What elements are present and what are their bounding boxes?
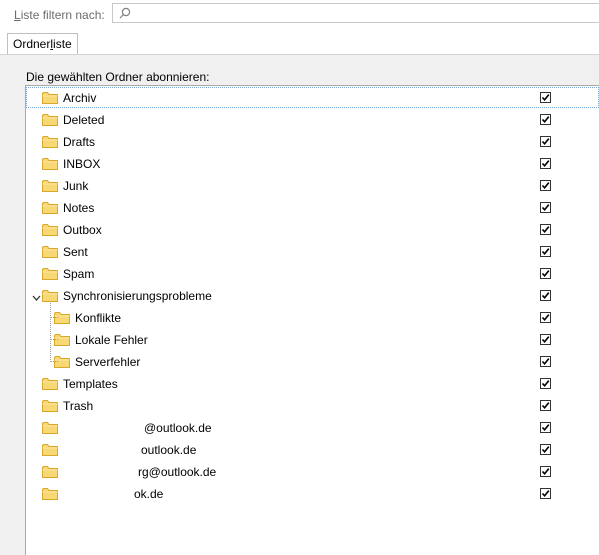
subscribe-checkbox[interactable] xyxy=(540,466,551,477)
folder-row[interactable]: Drafts xyxy=(26,131,599,153)
folder-icon xyxy=(42,245,58,261)
folder-icon xyxy=(42,421,58,437)
tree-guide-branch xyxy=(50,317,58,318)
folder-row[interactable]: Deleted xyxy=(26,109,599,131)
folder-icon xyxy=(54,333,70,349)
folder-row[interactable]: Synchronisierungsprobleme xyxy=(26,285,599,307)
folder-icon xyxy=(42,399,58,415)
subscribe-checkbox[interactable] xyxy=(540,356,551,367)
search-icon xyxy=(119,7,131,19)
folder-row[interactable]: Lokale Fehler xyxy=(26,329,599,351)
folder-label: Templates xyxy=(63,377,118,391)
subscribe-checkbox[interactable] xyxy=(540,136,551,147)
folder-label: Sent xyxy=(63,245,88,259)
subscribe-checkbox[interactable] xyxy=(540,180,551,191)
folder-icon xyxy=(42,267,58,283)
folder-icon xyxy=(42,377,58,393)
folder-label: Deleted xyxy=(63,113,105,127)
subscribe-checkbox[interactable] xyxy=(540,246,551,257)
tab-ordnerliste[interactable]: Ordnerliste xyxy=(7,33,78,55)
folder-row[interactable]: @outlook.de xyxy=(26,417,599,439)
folder-icon xyxy=(42,487,58,503)
folder-row[interactable]: Archiv xyxy=(26,87,599,109)
folder-row[interactable]: Serverfehler xyxy=(26,351,599,373)
folder-label: Trash xyxy=(63,399,94,413)
folder-label: outlook.de xyxy=(141,443,197,457)
folder-row[interactable]: Notes xyxy=(26,197,599,219)
subscribe-checkbox[interactable] xyxy=(540,378,551,389)
folder-icon xyxy=(54,355,70,371)
folder-row[interactable]: Outbox xyxy=(26,219,599,241)
tree-guide-branch xyxy=(50,339,58,340)
subscribe-checkbox[interactable] xyxy=(540,400,551,411)
tree-guide-line xyxy=(50,303,51,362)
folder-icon xyxy=(42,91,58,107)
folder-icon xyxy=(42,179,58,195)
filter-bar: Liste filtern nach: xyxy=(0,0,599,28)
filter-search-input[interactable] xyxy=(112,3,599,23)
subscribe-checkbox[interactable] xyxy=(540,334,551,345)
folder-label: Notes xyxy=(63,201,95,215)
folder-label: Lokale Fehler xyxy=(75,333,148,347)
folder-label: Junk xyxy=(63,179,89,193)
folder-label: rg@outlook.de xyxy=(138,465,217,479)
folder-label: INBOX xyxy=(63,157,101,171)
subscribe-checkbox[interactable] xyxy=(540,92,551,103)
folder-icon xyxy=(42,135,58,151)
tree-guide-branch xyxy=(50,361,58,362)
subscribe-checkbox[interactable] xyxy=(540,312,551,323)
folder-row[interactable]: Spam xyxy=(26,263,599,285)
folder-row[interactable]: Templates xyxy=(26,373,599,395)
folder-row[interactable]: rg@outlook.de xyxy=(26,461,599,483)
tab-strip: Ordnerliste xyxy=(0,31,599,55)
folder-row[interactable]: INBOX xyxy=(26,153,599,175)
folder-row[interactable]: ok.de xyxy=(26,483,599,505)
folder-label: Archiv xyxy=(63,91,97,105)
subscribe-checkbox[interactable] xyxy=(540,444,551,455)
folder-label: Spam xyxy=(63,267,95,281)
folder-row[interactable]: Junk xyxy=(26,175,599,197)
folder-icon xyxy=(42,465,58,481)
folder-label: Synchronisierungsprobleme xyxy=(63,289,212,303)
folder-row[interactable]: Trash xyxy=(26,395,599,417)
folder-label: Drafts xyxy=(63,135,96,149)
subscribe-checkbox[interactable] xyxy=(540,114,551,125)
folder-row[interactable]: Sent xyxy=(26,241,599,263)
expand-chevron-icon[interactable] xyxy=(32,291,41,305)
folder-row[interactable]: outlook.de xyxy=(26,439,599,461)
subscribe-checkbox[interactable] xyxy=(540,224,551,235)
folder-label: Konflikte xyxy=(75,311,122,325)
subscribe-checkbox[interactable] xyxy=(540,202,551,213)
section-label: Die gewählten Ordner abonnieren: xyxy=(26,70,210,84)
subscribe-checkbox[interactable] xyxy=(540,290,551,301)
subscribe-checkbox[interactable] xyxy=(540,268,551,279)
folder-label: Outbox xyxy=(63,223,102,237)
folder-icon xyxy=(42,201,58,217)
folder-icon xyxy=(42,157,58,173)
subscribe-checkbox[interactable] xyxy=(540,488,551,499)
subscribe-checkbox[interactable] xyxy=(540,422,551,433)
folder-icon xyxy=(42,223,58,239)
folder-label: Serverfehler xyxy=(75,355,141,369)
folder-row[interactable]: Konflikte xyxy=(26,307,599,329)
folder-icon xyxy=(42,443,58,459)
subscribe-checkbox[interactable] xyxy=(540,158,551,169)
filter-label: Liste filtern nach: xyxy=(14,8,105,22)
folder-icon xyxy=(42,113,58,129)
folder-label: ok.de xyxy=(134,487,164,501)
folder-tree[interactable]: Archiv Deleted Drafts INBOX Junk Notes Outbox S… xyxy=(25,85,599,555)
folder-icon xyxy=(54,311,70,327)
folder-label: @outlook.de xyxy=(144,421,212,435)
